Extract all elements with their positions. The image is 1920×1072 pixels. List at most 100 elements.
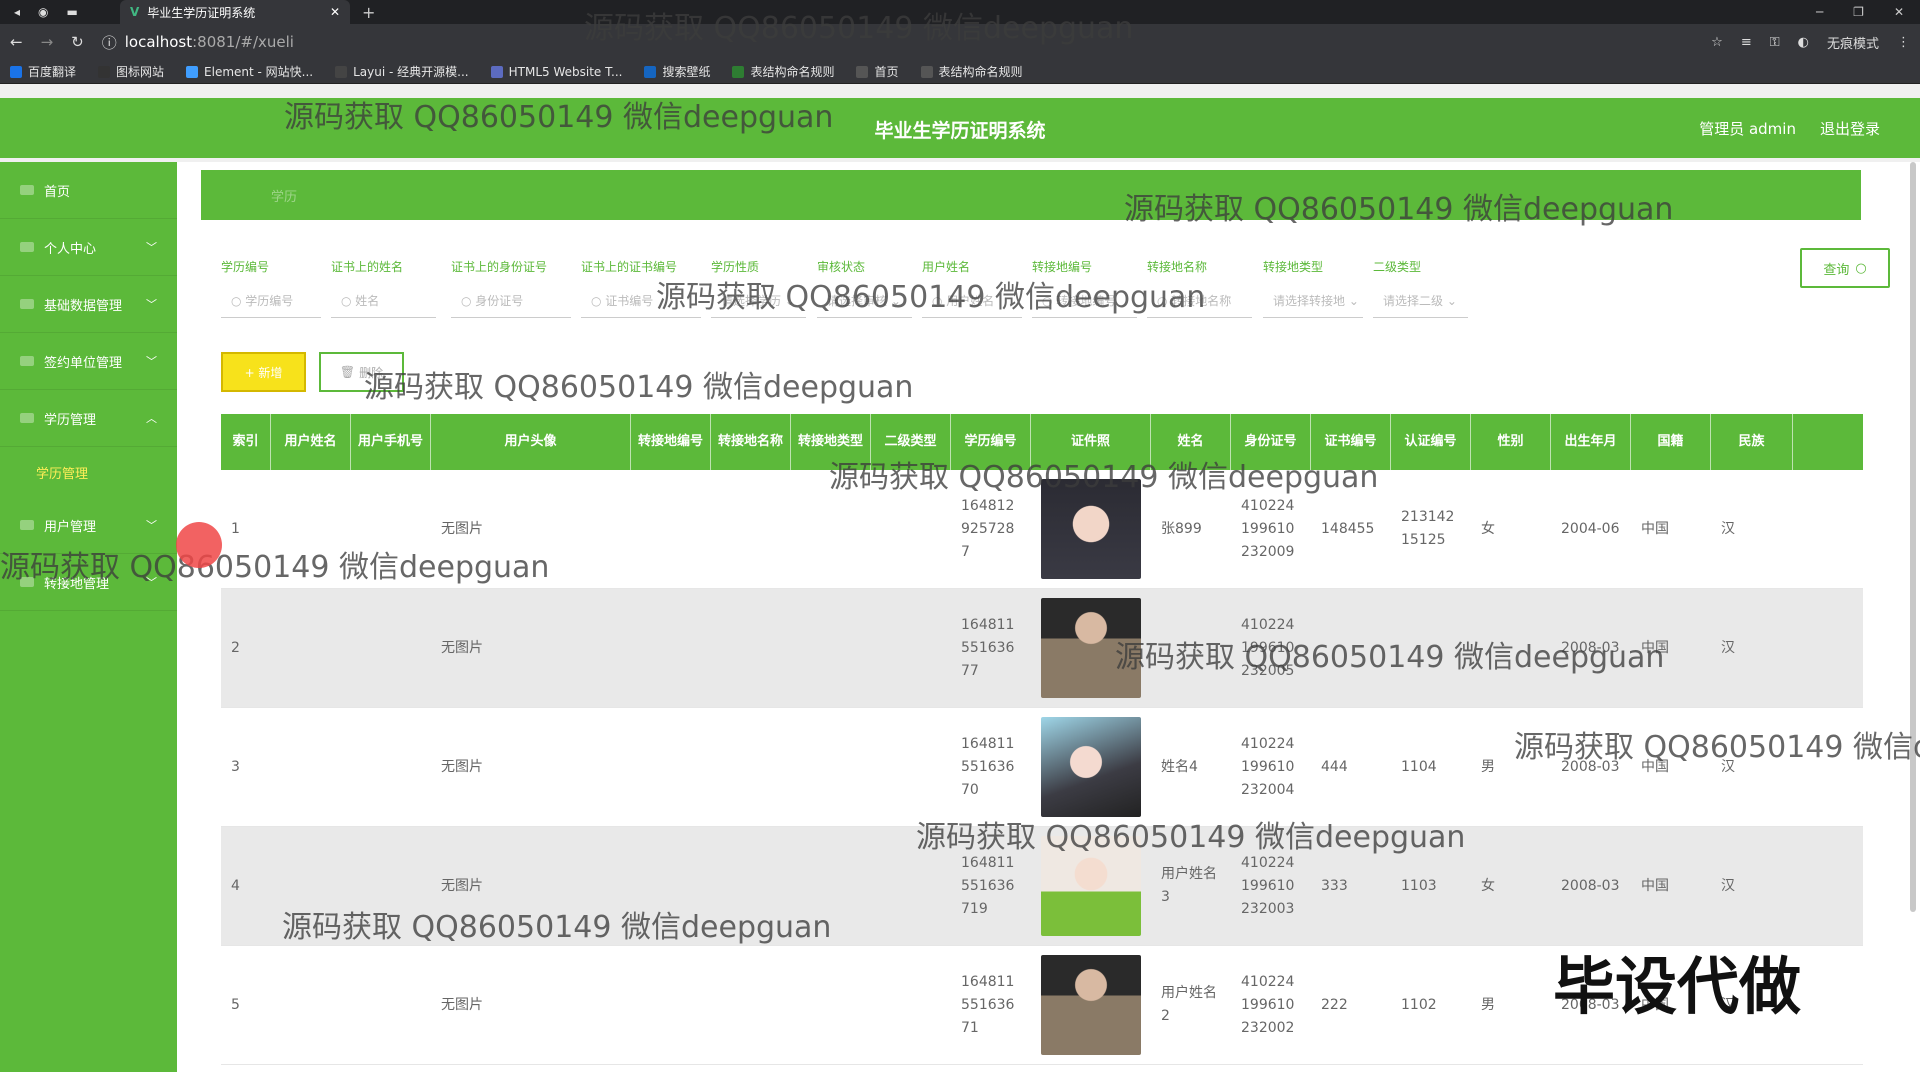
reading-list-icon[interactable]: ≡ <box>1741 35 1752 50</box>
sidebar-subitem-xueli[interactable]: 学历管理 <box>0 447 177 497</box>
app-header: 毕业生学历证明系统 管理员 admin 退出登录 <box>0 98 1920 158</box>
table-row[interactable]: 4 无图片 164811551636719 用户姓名3 4102241996102320… <box>221 827 1863 946</box>
cell-username <box>271 946 351 1064</box>
cell-transfer-code <box>631 589 711 707</box>
chevron-icon: ﹀ <box>146 519 157 532</box>
key-icon[interactable]: ⚿ <box>1770 35 1780 50</box>
column-header: 国籍 <box>1631 414 1711 470</box>
filter-input[interactable]: 请选择转接地 ⌄ <box>1263 288 1363 318</box>
filter-placeholder: 证书编号 <box>605 294 654 308</box>
table-row[interactable]: 2 无图片 16481155163677 410224199610232005 2008… <box>221 589 1863 708</box>
cell-index: 3 <box>231 758 240 775</box>
star-icon[interactable]: ☆ <box>1711 35 1723 50</box>
logout-link[interactable]: 退出登录 <box>1820 118 1880 139</box>
cursor-highlight <box>176 522 222 568</box>
filter-bar: 学历编号 ○ 学历编号 证书上的姓名 ○ 姓名 证书上的身份证号 ○ 身份证号 证书上的证书… <box>221 258 1861 328</box>
filter-label: 证书上的身份证号 <box>451 260 548 274</box>
filter-input[interactable]: 请选择审核 ⌄ <box>817 288 912 318</box>
bookmark-label: 表结构命名规则 <box>938 65 1023 79</box>
bookmark-item[interactable]: 表结构命名规则 <box>732 63 834 80</box>
browser-tab[interactable]: V 毕业生学历证明系统 ✕ <box>120 0 350 24</box>
filter-input[interactable]: 请选择学历 ⌄ <box>711 288 806 318</box>
filter-input[interactable]: ○ 转接地编号 <box>1032 288 1137 318</box>
cell-name: 张899 <box>1161 520 1202 537</box>
table-header: 索引 用户姓名 用户手机号 用户头像 转接地编号 转接地名称 转接地类型 二级类型 学历编号 证件… <box>221 414 1863 470</box>
bookmark-item[interactable]: 图标网站 <box>98 63 164 80</box>
bookmark-item[interactable]: Element - 网站快... <box>186 63 313 80</box>
chevron-icon: ﹀ <box>146 355 157 368</box>
filter-label: 审核状态 <box>817 260 866 274</box>
close-window-icon[interactable]: ✕ <box>1894 5 1904 19</box>
cell-sex: 男 <box>1481 996 1495 1013</box>
incognito-icon[interactable]: ◐ <box>1798 35 1809 50</box>
cell-avatar: 无图片 <box>441 996 483 1013</box>
sidebar-item[interactable]: 用户管理 ﹀ <box>0 497 177 554</box>
cell-transfer-name <box>711 708 791 826</box>
filter-input[interactable]: ○ 证书编号 <box>581 288 701 318</box>
back-tab-icon[interactable]: ◂ <box>14 5 20 19</box>
bookmark-item[interactable]: 百度翻译 <box>10 63 76 80</box>
chevron-down-icon: ⌄ <box>781 294 795 308</box>
search-button[interactable]: 查询 ○ <box>1800 248 1890 288</box>
restore-icon[interactable]: ❐ <box>1853 5 1864 19</box>
filter-label: 用户姓名 <box>922 260 971 274</box>
bookmark-label: 百度翻译 <box>28 65 77 79</box>
filter-input[interactable]: ○ 转接地名称 <box>1147 288 1252 318</box>
forward-icon[interactable]: → <box>41 33 54 51</box>
bookmark-item[interactable]: 搜索壁纸 <box>644 63 710 80</box>
add-button[interactable]: + 新增 <box>221 352 306 392</box>
filter-label: 学历性质 <box>711 260 760 274</box>
cell-cert-number: 333 <box>1321 877 1348 894</box>
filter-input[interactable]: ○ 用户姓名 <box>922 288 1022 318</box>
menu-icon[interactable]: ⋮ <box>1897 35 1910 50</box>
filter-placeholder: 转接地编号 <box>1056 294 1117 308</box>
menu-icon <box>20 413 34 423</box>
filter-input[interactable]: ○ 学历编号 <box>221 288 321 318</box>
filter-placeholder: 身份证号 <box>475 294 524 308</box>
bookmark-item[interactable]: HTML5 Website T... <box>490 65 622 79</box>
filter-input[interactable]: ○ 姓名 <box>331 288 436 318</box>
column-header: 用户头像 <box>431 414 631 470</box>
url-field[interactable]: ⓘ localhost:8081/#/xueli <box>102 32 1693 53</box>
cell-ethnic: 汉 <box>1721 877 1735 894</box>
search-icon: ○ <box>932 294 947 308</box>
filter-input[interactable]: ○ 身份证号 <box>451 288 571 318</box>
cell-avatar: 无图片 <box>441 639 483 656</box>
filter-label: 二级类型 <box>1373 260 1422 274</box>
back-icon[interactable]: ← <box>10 33 23 51</box>
close-tab-icon[interactable]: ✕ <box>330 5 340 19</box>
cell-auth-number <box>1391 589 1471 707</box>
new-tab-button[interactable]: + <box>350 3 387 22</box>
filter-input[interactable]: 请选择二级 ⌄ <box>1373 288 1468 318</box>
cell-name: 用户姓名2 <box>1161 985 1217 1024</box>
window-icon[interactable]: ▬ <box>67 5 78 19</box>
sidebar-item[interactable]: 个人中心 ﹀ <box>0 219 177 276</box>
cell-xueli-code: 16481155163677 <box>961 616 1015 679</box>
cell-sub-type <box>871 827 951 945</box>
id-photo <box>1041 598 1141 698</box>
cell-phone <box>351 827 431 945</box>
filter-label: 证书上的姓名 <box>331 260 404 274</box>
filter-placeholder: 请选择学历 <box>721 294 782 308</box>
browser-tabbar: ◂ ◉ ▬ V 毕业生学历证明系统 ✕ + ─ ❐ ✕ <box>0 0 1920 24</box>
scrollbar[interactable] <box>1910 162 1916 912</box>
sidebar-item[interactable]: 签约单位管理 ﹀ <box>0 333 177 390</box>
table-row[interactable]: 3 无图片 16481155163670 姓名4 410224199610232004 4… <box>221 708 1863 827</box>
table-row[interactable]: 1 无图片 1648129257287 张899 410224199610232009 1… <box>221 470 1863 589</box>
filter-placeholder: 请选择转接地 <box>1273 294 1346 308</box>
delete-button[interactable]: 🗑 删除 <box>319 352 404 392</box>
sidebar-item[interactable]: 转接地管理 ﹀ <box>0 554 177 611</box>
minimize-icon[interactable]: ─ <box>1816 5 1823 19</box>
reload-icon[interactable]: ↻ <box>71 33 84 51</box>
profile-label[interactable]: 无痕模式 <box>1827 33 1879 52</box>
bookmark-item[interactable]: 表结构命名规则 <box>920 63 1023 80</box>
cell-nationality: 中国 <box>1641 639 1669 656</box>
bookmark-item[interactable]: 首页 <box>856 63 899 80</box>
sidebar-item[interactable]: 学历管理 ︿ <box>0 390 177 447</box>
cell-username <box>271 589 351 707</box>
info-icon[interactable]: ⓘ <box>102 32 117 53</box>
bookmark-item[interactable]: Layui - 经典开源模... <box>335 63 469 80</box>
sidebar-item[interactable]: 基础数据管理 ﹀ <box>0 276 177 333</box>
sidebar-item[interactable]: 首页 <box>0 162 177 219</box>
tab-title: 毕业生学历证明系统 <box>147 5 256 20</box>
